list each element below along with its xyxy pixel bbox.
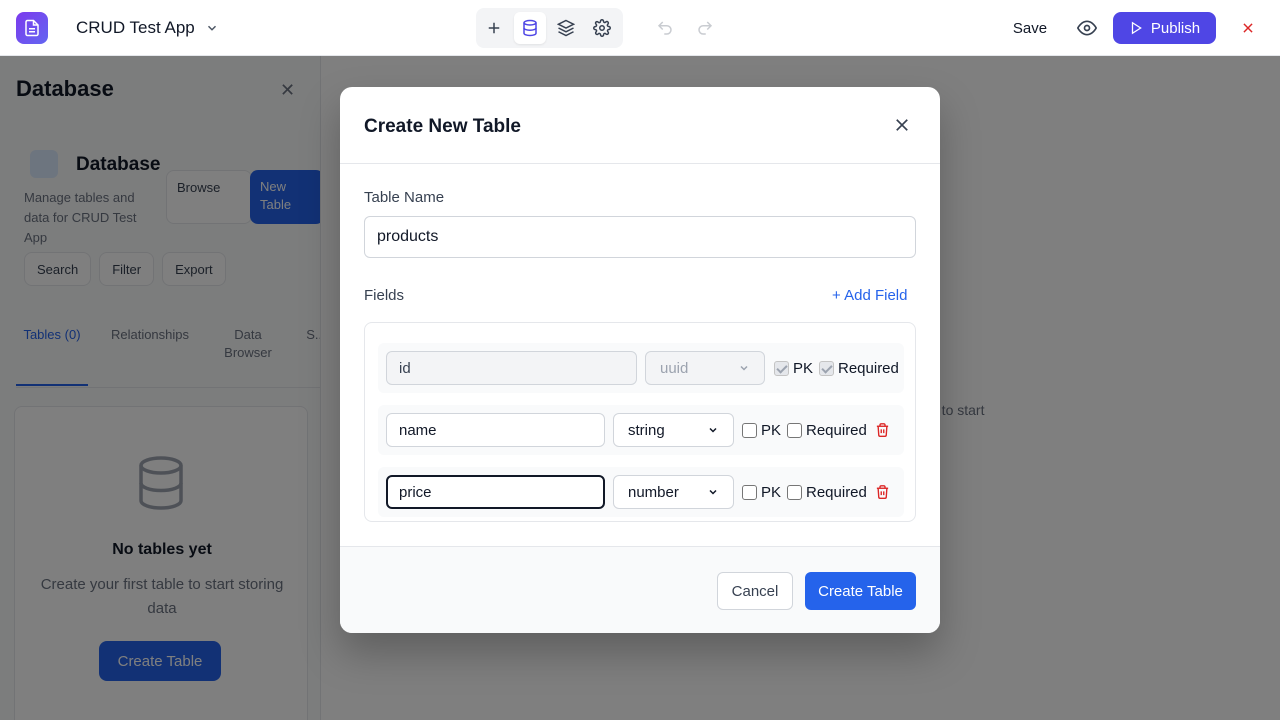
field-name-input[interactable] [386,351,637,385]
chevron-down-icon [207,25,216,31]
chevron-down-icon [709,489,717,495]
field-type-select[interactable]: uuid [645,351,765,385]
modal-close-icon[interactable] [888,111,916,139]
pk-label: PK [793,359,814,377]
add-icon[interactable] [478,12,510,44]
table-name-label: Table Name [364,189,445,206]
pk-checkbox[interactable]: PK [742,421,781,439]
checkbox-box [742,422,757,438]
field-type-select[interactable]: string [613,413,734,447]
field-type-value: uuid [660,359,689,377]
play-icon [1131,21,1142,35]
field-name-input[interactable] [386,475,605,509]
app-logo-icon[interactable] [16,12,48,44]
undo-icon[interactable] [649,12,681,44]
pk-checkbox[interactable]: PK [774,359,813,377]
fields-list: uuid PK Required string PK [364,322,916,522]
fields-label: Fields [364,287,405,304]
checkbox-box [774,360,789,376]
preview-eye-icon[interactable] [1071,12,1103,44]
trash-icon[interactable] [872,420,892,440]
app-name: CRUD Test App [76,18,195,37]
modal-header: Create New Table [340,87,940,164]
checkbox-box [819,360,834,376]
publish-button[interactable]: Publish [1113,12,1216,44]
create-table-modal: Create New Table Table Name Fields + Add… [340,87,940,633]
publish-label: Publish [1150,19,1201,37]
checkbox-box [742,484,757,500]
field-type-select[interactable]: number [613,475,734,509]
create-table-button[interactable]: Create Table [805,572,916,610]
table-name-input[interactable] [364,216,916,258]
gear-icon[interactable] [586,12,618,44]
add-field-button[interactable]: + Add Field [832,287,907,304]
modal-title: Create New Table [364,116,521,137]
required-label: Required [838,359,899,377]
field-name-input[interactable] [386,413,605,447]
layers-icon[interactable] [550,12,582,44]
app-switcher[interactable]: CRUD Test App [76,18,219,38]
pk-label: PK [761,483,782,501]
pk-checkbox[interactable]: PK [742,483,781,501]
editor-toolbar [476,8,623,48]
database-icon[interactable] [514,12,546,44]
modal-footer: Cancel Create Table [340,546,940,633]
close-icon[interactable] [1232,12,1264,44]
redo-icon[interactable] [689,12,721,44]
required-label: Required [806,483,867,501]
save-button[interactable]: Save [1008,12,1052,44]
field-row: string PK Required [378,405,904,455]
cancel-button[interactable]: Cancel [717,572,793,610]
chevron-down-icon [709,427,717,433]
field-type-value: number [628,483,679,501]
field-row: uuid PK Required [378,343,904,393]
field-row: number PK Required [378,467,904,517]
chevron-down-icon [740,365,748,371]
top-bar: CRUD Test App Save Publish [0,0,1280,56]
field-type-value: string [628,421,665,439]
pk-label: PK [761,421,782,439]
required-checkbox[interactable]: Required [787,421,867,439]
checkbox-box [787,422,802,438]
required-checkbox[interactable]: Required [819,359,899,377]
checkbox-box [787,484,802,500]
required-checkbox[interactable]: Required [787,483,867,501]
trash-icon[interactable] [872,482,892,502]
required-label: Required [806,421,867,439]
